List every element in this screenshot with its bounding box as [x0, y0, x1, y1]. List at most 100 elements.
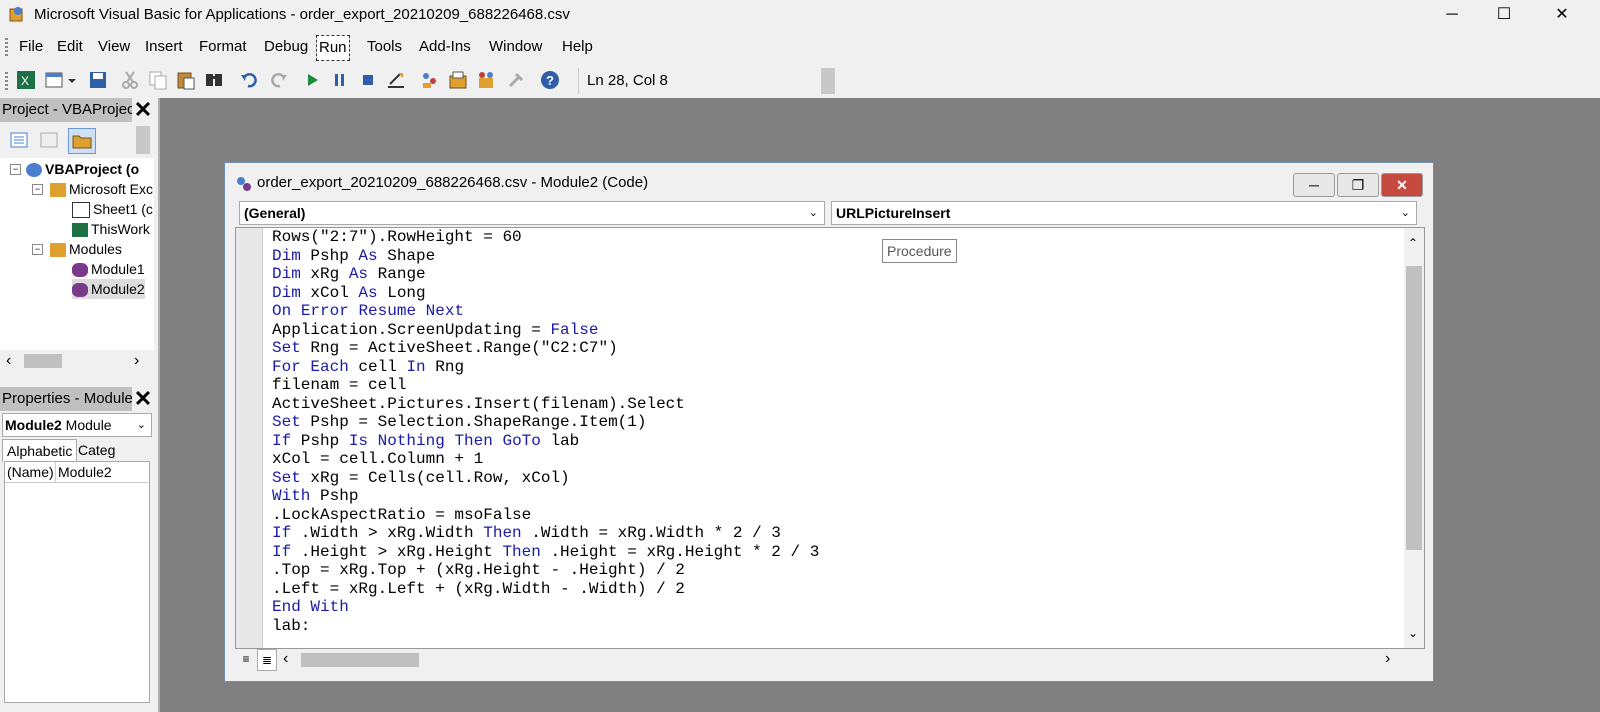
scroll-down-icon[interactable]: ⌄ — [1408, 626, 1418, 640]
code-line[interactable]: Dim xCol As Long — [272, 284, 819, 303]
maximize-button[interactable]: ☐ — [1484, 2, 1524, 28]
scroll-right-button[interactable]: › — [134, 352, 139, 370]
menu-tools[interactable]: Tools — [365, 35, 404, 59]
procedure-combo[interactable]: URLPictureInsert ⌄ — [831, 201, 1417, 225]
code-line[interactable]: .LockAspectRatio = msoFalse — [272, 506, 819, 525]
find-icon[interactable] — [204, 70, 224, 90]
project-tree-hscrollbar[interactable]: ‹ › — [0, 350, 154, 372]
procedure-view-icon[interactable]: ≡ — [237, 649, 255, 669]
view-code-icon[interactable] — [6, 128, 32, 152]
insert-userform-icon[interactable] — [44, 70, 64, 90]
redo-icon[interactable] — [268, 70, 288, 90]
properties-pane-close-button[interactable]: ✕ — [130, 387, 156, 411]
code-hscrollbar[interactable]: ≡ ≣ ‹ › — [235, 649, 1423, 671]
full-module-view-icon[interactable]: ≣ — [257, 649, 277, 671]
toggle-folders-icon[interactable] — [68, 128, 96, 154]
toolbar-grip[interactable] — [5, 72, 8, 92]
tree-item-modules[interactable]: Modules — [50, 239, 122, 259]
code-editor[interactable]: Rows("2:7").RowHeight = 60 Dim Pshp As Sh… — [235, 227, 1425, 649]
run-icon[interactable] — [302, 70, 322, 90]
code-line[interactable]: End With — [272, 598, 819, 617]
menu-view[interactable]: View — [96, 35, 132, 59]
project-explorer-icon[interactable] — [420, 70, 440, 90]
code-line[interactable]: For Each cell In Rng — [272, 358, 819, 377]
object-select[interactable]: Module2 Module ⌄ — [2, 413, 152, 437]
help-icon[interactable]: ? — [540, 70, 560, 90]
properties-window-icon[interactable] — [448, 70, 468, 90]
menu-help[interactable]: Help — [560, 35, 595, 59]
code-line[interactable]: Application.ScreenUpdating = False — [272, 321, 819, 340]
scroll-right-button[interactable]: › — [1385, 650, 1390, 668]
code-line[interactable]: Dim xRg As Range — [272, 265, 819, 284]
undo-icon[interactable] — [240, 70, 260, 90]
menu-add-ins[interactable]: Add-Ins — [417, 35, 473, 59]
menu-grip[interactable] — [5, 38, 8, 58]
project-toolbar-overflow[interactable] — [136, 126, 150, 154]
view-object-icon[interactable] — [36, 128, 62, 152]
tree-item-vbaproject[interactable]: VBAProject (o — [26, 159, 139, 179]
property-value[interactable]: Module2 — [55, 462, 112, 482]
vscroll-thumb[interactable] — [1406, 266, 1422, 550]
design-mode-icon[interactable] — [386, 70, 406, 90]
code-line[interactable]: lab: — [272, 617, 819, 636]
scroll-up-icon[interactable]: ⌃ — [1408, 236, 1418, 250]
code-line[interactable]: If Pshp Is Nothing Then GoTo lab — [272, 432, 819, 451]
code-line[interactable]: If .Width > xRg.Width Then .Width = xRg.… — [272, 524, 819, 543]
paste-icon[interactable] — [176, 70, 196, 90]
code-close-button[interactable]: ✕ — [1381, 173, 1423, 197]
reset-icon[interactable] — [358, 70, 378, 90]
code-line[interactable]: Set Pshp = Selection.ShapeRange.Item(1) — [272, 413, 819, 432]
code-line[interactable]: With Pshp — [272, 487, 819, 506]
code-line[interactable]: Rows("2:7").RowHeight = 60 — [272, 228, 819, 247]
code-line[interactable]: If .Height > xRg.Height Then .Height = x… — [272, 543, 819, 562]
code-vscrollbar[interactable]: ⌃ ⌄ — [1404, 228, 1424, 648]
tree-item-thisworkbook[interactable]: ThisWork — [72, 219, 150, 239]
property-row[interactable]: (Name) Module2 — [5, 462, 149, 483]
tree-item-module1[interactable]: Module1 — [72, 259, 145, 279]
tree-item-excel-objects[interactable]: Microsoft Exc — [50, 179, 153, 199]
code-line[interactable]: On Error Resume Next — [272, 302, 819, 321]
object-browser-icon[interactable] — [476, 70, 496, 90]
minimize-button[interactable]: ─ — [1432, 2, 1472, 28]
hscroll-thumb[interactable] — [24, 354, 62, 368]
code-line[interactable]: filenam = cell — [272, 376, 819, 395]
toolbar-options-button[interactable] — [821, 68, 835, 94]
menu-debug[interactable]: Debug — [262, 35, 310, 59]
menu-edit[interactable]: Edit — [55, 35, 85, 59]
project-pane-close-button[interactable]: ✕ — [130, 98, 156, 122]
menu-insert[interactable]: Insert — [143, 35, 185, 59]
code-line[interactable]: .Left = xRg.Left + (xRg.Width - .Width) … — [272, 580, 819, 599]
close-button[interactable]: ✕ — [1542, 2, 1582, 28]
tree-collapse-toggle[interactable]: − — [32, 244, 43, 255]
tree-item-module2[interactable]: Module2 — [72, 279, 145, 299]
menu-run[interactable]: Run — [316, 35, 350, 61]
code-line[interactable]: ActiveSheet.Pictures.Insert(filenam).Sel… — [272, 395, 819, 414]
break-icon[interactable] — [330, 70, 350, 90]
code-line[interactable]: Set xRg = Cells(cell.Row, xCol) — [272, 469, 819, 488]
menu-window[interactable]: Window — [487, 35, 544, 59]
tree-item-sheet1[interactable]: Sheet1 (c — [72, 199, 153, 219]
code-line[interactable]: .Top = xRg.Top + (xRg.Height - .Height) … — [272, 561, 819, 580]
toolbox-icon[interactable] — [506, 70, 526, 90]
scroll-left-button[interactable]: ‹ — [283, 650, 288, 668]
menu-format[interactable]: Format — [197, 35, 249, 59]
tree-collapse-toggle[interactable]: − — [10, 164, 21, 175]
code-minimize-button[interactable]: ─ — [1293, 173, 1335, 197]
object-combo[interactable]: (General) ⌄ — [239, 201, 825, 225]
code-line[interactable]: Dim Pshp As Shape — [272, 247, 819, 266]
tab-alphabetic[interactable]: Alphabetic — [2, 439, 78, 462]
menu-file[interactable]: File — [17, 35, 45, 59]
code-restore-button[interactable]: ❐ — [1337, 173, 1379, 197]
dropdown-arrow-icon[interactable] — [66, 70, 78, 90]
code-margin[interactable] — [236, 228, 263, 648]
code-line[interactable]: xCol = cell.Column + 1 — [272, 450, 819, 469]
save-icon[interactable] — [88, 70, 108, 90]
tab-categorized[interactable]: Categ — [74, 439, 119, 461]
tree-collapse-toggle[interactable]: − — [32, 184, 43, 195]
hscroll-thumb[interactable] — [301, 653, 419, 667]
code-line[interactable]: Set Rng = ActiveSheet.Range("C2:C7") — [272, 339, 819, 358]
view-excel-icon[interactable]: X — [16, 70, 36, 90]
scroll-left-button[interactable]: ‹ — [6, 352, 11, 370]
copy-icon[interactable] — [148, 70, 168, 90]
cut-icon[interactable] — [120, 70, 140, 90]
